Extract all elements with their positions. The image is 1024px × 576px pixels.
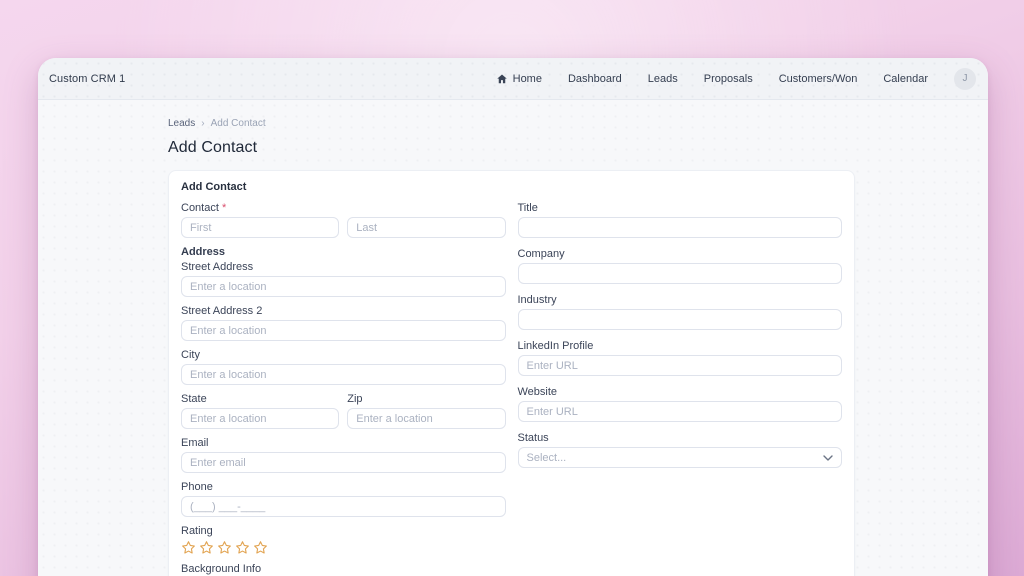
rating-label: Rating: [181, 525, 506, 537]
nav-item-customers-won[interactable]: Customers/Won: [779, 73, 858, 85]
zip-label: Zip: [347, 393, 505, 405]
add-contact-card: Add Contact Contact * Address Street Add…: [168, 170, 855, 576]
website-label: Website: [518, 386, 843, 398]
email-label: Email: [181, 437, 506, 449]
breadcrumb-separator: ›: [201, 118, 204, 129]
nav-item-home[interactable]: Home: [496, 73, 542, 85]
company-label: Company: [518, 248, 843, 260]
phone-input[interactable]: [181, 496, 506, 517]
website-input[interactable]: [518, 401, 843, 422]
rating-stars: [181, 540, 506, 555]
street-address-input[interactable]: [181, 276, 506, 297]
form-left-column: Contact * Address Street Address Street …: [181, 202, 506, 576]
card-heading: Add Contact: [181, 181, 842, 193]
status-label: Status: [518, 432, 843, 444]
zip-input[interactable]: [347, 408, 505, 429]
contact-label: Contact *: [181, 202, 506, 214]
city-label: City: [181, 349, 506, 361]
city-input[interactable]: [181, 364, 506, 385]
page-content: Leads › Add Contact Add Contact Add Cont…: [38, 100, 988, 576]
breadcrumb-leads[interactable]: Leads: [168, 118, 195, 129]
last-name-input[interactable]: [347, 217, 505, 238]
nav-item-calendar[interactable]: Calendar: [883, 73, 928, 85]
window-header: Custom CRM 1 Home Dashboard Leads Propos…: [38, 58, 988, 100]
nav-item-label: Home: [513, 73, 542, 85]
nav-item-leads[interactable]: Leads: [648, 73, 678, 85]
industry-input[interactable]: [518, 309, 843, 330]
nav-item-proposals[interactable]: Proposals: [704, 73, 753, 85]
status-select-placeholder: Select...: [527, 452, 567, 464]
street-address-2-label: Street Address 2: [181, 305, 506, 317]
company-input[interactable]: [518, 263, 843, 284]
form-right-column: Title Company Industry LinkedIn Profile …: [518, 202, 843, 576]
chevron-down-icon: [823, 452, 833, 464]
phone-label: Phone: [181, 481, 506, 493]
app-window: Custom CRM 1 Home Dashboard Leads Propos…: [38, 58, 988, 576]
page-title: Add Contact: [168, 139, 855, 157]
email-input[interactable]: [181, 452, 506, 473]
star-icon[interactable]: [199, 540, 214, 555]
state-input[interactable]: [181, 408, 339, 429]
background-info-label: Background Info: [181, 563, 506, 575]
status-select[interactable]: Select...: [518, 447, 843, 468]
breadcrumb: Leads › Add Contact: [168, 118, 855, 129]
state-label: State: [181, 393, 339, 405]
nav-item-dashboard[interactable]: Dashboard: [568, 73, 622, 85]
breadcrumb-current: Add Contact: [211, 118, 266, 129]
star-icon[interactable]: [217, 540, 232, 555]
first-name-input[interactable]: [181, 217, 339, 238]
title-label: Title: [518, 202, 843, 214]
industry-label: Industry: [518, 294, 843, 306]
main-nav: Home Dashboard Leads Proposals Customers…: [496, 68, 976, 90]
home-icon: [496, 73, 508, 85]
linkedin-profile-input[interactable]: [518, 355, 843, 376]
star-icon[interactable]: [253, 540, 268, 555]
title-input[interactable]: [518, 217, 843, 238]
required-asterisk: *: [222, 202, 226, 214]
street-address-2-input[interactable]: [181, 320, 506, 341]
star-icon[interactable]: [235, 540, 250, 555]
star-icon[interactable]: [181, 540, 196, 555]
street-address-label: Street Address: [181, 261, 506, 273]
address-section-label: Address: [181, 246, 506, 258]
linkedin-profile-label: LinkedIn Profile: [518, 340, 843, 352]
user-avatar[interactable]: J: [954, 68, 976, 90]
app-title: Custom CRM 1: [49, 73, 125, 85]
